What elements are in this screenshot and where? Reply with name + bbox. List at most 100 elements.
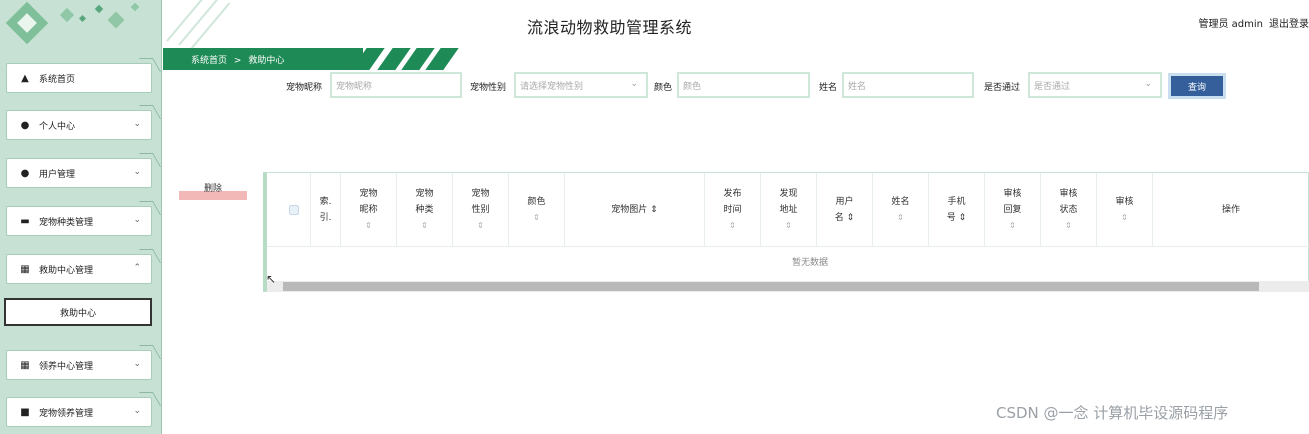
column-header-text: 号 ⇕	[946, 213, 967, 223]
gender-placeholder: 请选择宠物性别	[520, 81, 584, 92]
column-header-text: 审核	[1003, 189, 1022, 199]
sidebar-item-rescue-center-management[interactable]: ▦ 救助中心管理 ⌃	[6, 249, 161, 284]
sort-icon: ⇕	[365, 221, 372, 230]
column-header-nickname[interactable]: 宠物 昵称 ⇕	[341, 173, 397, 247]
column-header-text: 时间	[723, 205, 742, 215]
column-header-text: 用户	[835, 197, 854, 207]
column-header-review-reply[interactable]: 审核 回复 ⇕	[985, 173, 1041, 247]
sort-icon: ⇕	[1121, 213, 1128, 222]
chevron-down-icon: ⌄	[133, 406, 141, 416]
column-header-text: 审核	[1059, 189, 1078, 199]
color-placeholder: 颜色	[683, 81, 702, 92]
column-header-phone[interactable]: 手机 号 ⇕	[929, 173, 985, 247]
monitor-icon: ▬	[20, 215, 30, 227]
column-header-text: 宠物	[471, 189, 490, 199]
column-header-index: 索. 引.	[311, 173, 341, 247]
column-header-text: 种类	[415, 205, 434, 215]
chevron-down-icon: ⌄	[133, 119, 141, 129]
query-button[interactable]: 查询	[1168, 73, 1226, 99]
corner-decoration	[138, 249, 161, 263]
sidebar-item-adoption-center-management[interactable]: ▦ 领养中心管理 ⌄	[6, 345, 161, 380]
delete-button[interactable]: 删除	[179, 182, 247, 200]
sidebar-item-home[interactable]: ▲ 系统首页	[6, 58, 161, 93]
color-input[interactable]: 颜色	[677, 72, 810, 98]
column-header-text: 昵称	[359, 205, 378, 215]
sidebar-item-label: 宠物种类管理	[39, 217, 94, 228]
breadcrumb-separator: >	[233, 56, 242, 66]
home-icon: ▲	[21, 72, 29, 84]
chevron-down-icon: ⌄	[133, 215, 141, 225]
sidebar-item-label: 用户管理	[39, 169, 76, 180]
column-header-text: 宠物	[359, 189, 378, 199]
corner-decoration	[138, 392, 161, 406]
column-header-text: 发布	[723, 189, 742, 199]
column-header-username[interactable]: 用户 名 ⇕	[817, 173, 873, 247]
nickname-placeholder: 宠物昵称	[336, 81, 373, 92]
sidebar-item-label: 个人中心	[39, 121, 76, 132]
logout-link[interactable]: 退出登录	[1269, 15, 1309, 30]
sort-icon: ⇕	[533, 213, 540, 222]
system-title: 流浪动物救助管理系统	[527, 18, 693, 37]
color-label: 颜色	[654, 83, 673, 93]
column-header-text: 宠物图片 ⇕	[611, 205, 658, 215]
sort-icon: ⇕	[785, 221, 792, 230]
corner-decoration	[138, 105, 161, 119]
column-header-name[interactable]: 姓名 ⇕	[873, 173, 929, 247]
sidebar-subitem-rescue-center[interactable]: 救助中心	[4, 298, 152, 326]
gender-select[interactable]: 请选择宠物性别 ⌄	[514, 72, 648, 98]
delete-label: 删除	[203, 184, 222, 194]
column-header-color[interactable]: 颜色 ⇕	[509, 173, 565, 247]
column-header-text: 名 ⇕	[834, 213, 855, 223]
column-header-text: 颜色	[527, 197, 546, 207]
column-header-text: 回复	[1003, 205, 1022, 215]
gender-label: 宠物性别	[470, 83, 507, 93]
corner-decoration	[138, 58, 161, 72]
admin-area: 管理员 admin 退出登录	[1198, 15, 1309, 30]
app-root: ▲ 系统首页 ● 个人中心 ⌄ ● 用户管理 ⌄ ▬ 宠物种类管理 ⌄ ▦ 救助…	[0, 0, 1309, 434]
column-header-actions: 操作	[1153, 173, 1309, 247]
select-all-checkbox[interactable]	[288, 205, 299, 215]
sidebar-item-pet-category-management[interactable]: ▬ 宠物种类管理 ⌄	[6, 201, 161, 236]
sort-icon: ⇕	[421, 221, 428, 230]
sidebar-item-label: 救助中心管理	[39, 265, 94, 276]
chevron-down-icon: ⌄	[133, 359, 141, 369]
corner-decoration	[138, 201, 161, 215]
column-header-text: 性别	[471, 205, 490, 215]
nickname-label: 宠物昵称	[286, 83, 323, 93]
sidebar-item-label: 领养中心管理	[39, 361, 94, 372]
breadcrumb-home-link[interactable]: 系统首页	[191, 56, 227, 66]
data-table: 索. 引. 宠物 昵称 ⇕ 宠物 种类 ⇕ 宠物 性别 ⇕ 颜色 ⇕ 宠物图片 …	[263, 172, 1309, 292]
sidebar-item-pet-adoption-management[interactable]: ■ 宠物领养管理 ⌄	[6, 392, 161, 427]
column-header-review[interactable]: 审核 ⇕	[1097, 173, 1153, 247]
grid-icon: ▦	[20, 263, 30, 275]
approved-select[interactable]: 是否通过 ⌄	[1028, 72, 1162, 98]
watermark: CSDN @一念 计算机毕设源码程序	[996, 404, 1229, 422]
column-header-publish-time[interactable]: 发布 时间 ⇕	[705, 173, 761, 247]
column-header-text: 操作	[1221, 205, 1240, 215]
column-header-text: 审核	[1115, 197, 1134, 207]
mouse-cursor-icon: ↖	[266, 272, 277, 286]
sidebar-item-personal-center[interactable]: ● 个人中心 ⌄	[6, 105, 161, 140]
column-header-gender[interactable]: 宠物 性别 ⇕	[453, 173, 509, 247]
corner-decoration	[138, 345, 161, 359]
breadcrumb: 系统首页 > 救助中心	[163, 48, 459, 70]
sidebar-item-user-management[interactable]: ● 用户管理 ⌄	[6, 153, 161, 188]
horizontal-scrollbar[interactable]	[283, 282, 1259, 291]
column-header-category[interactable]: 宠物 种类 ⇕	[397, 173, 453, 247]
sort-icon: ⇕	[1065, 221, 1072, 230]
column-header-review-status[interactable]: 审核 状态 ⇕	[1041, 173, 1097, 247]
sidebar-item-label: 宠物领养管理	[39, 408, 94, 419]
column-header-pet-image[interactable]: 宠物图片 ⇕	[565, 173, 705, 247]
column-header-text: 索.	[319, 197, 332, 207]
column-header-found-address[interactable]: 发现 地址 ⇕	[761, 173, 817, 247]
nickname-input[interactable]: 宠物昵称	[330, 72, 462, 98]
grid-icon: ▦	[20, 359, 30, 371]
person-icon: ●	[20, 119, 30, 131]
column-header-text: 手机	[947, 197, 966, 207]
chevron-up-icon: ⌃	[133, 263, 141, 273]
column-header-text: 地址	[779, 205, 798, 215]
column-header-text: 姓名	[891, 197, 910, 207]
logo-decoration	[0, 0, 161, 58]
name-input[interactable]: 姓名	[842, 72, 974, 98]
corner-decoration	[138, 153, 161, 167]
